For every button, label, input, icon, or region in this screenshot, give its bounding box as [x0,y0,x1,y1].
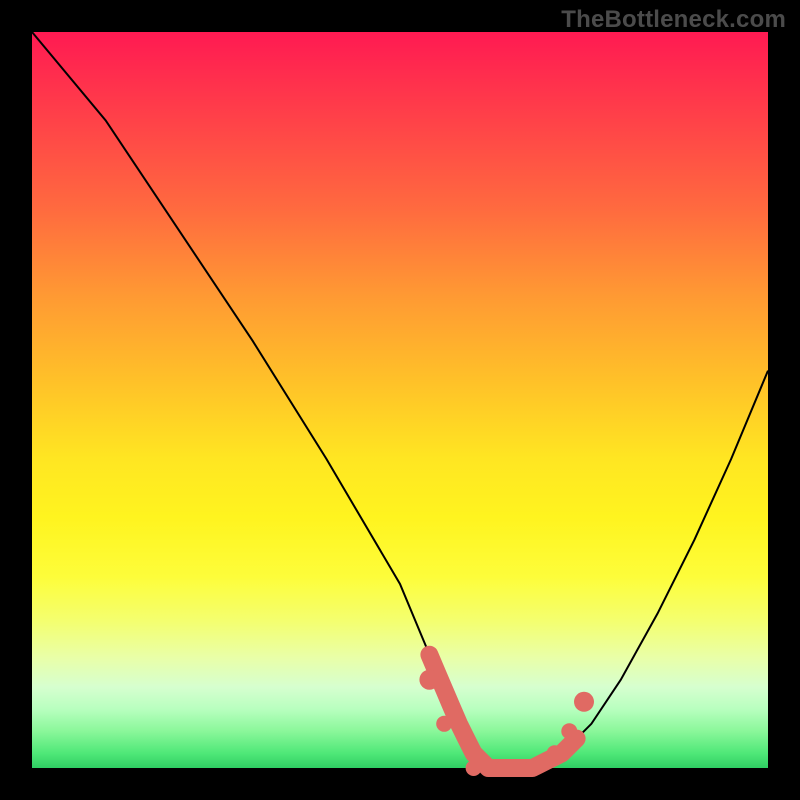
marker-dot [561,723,577,739]
marker-dot [419,670,439,690]
marker-dot [574,692,594,712]
bottleneck-curve-line [32,32,768,768]
chart-plot-area [32,32,768,768]
marker-dot [466,760,482,776]
marker-dot [525,760,541,776]
marker-dot [495,760,511,776]
marker-dot [547,745,563,761]
marker-dot [436,716,452,732]
watermark-text: TheBottleneck.com [561,6,786,34]
chart-overlay [32,32,768,768]
